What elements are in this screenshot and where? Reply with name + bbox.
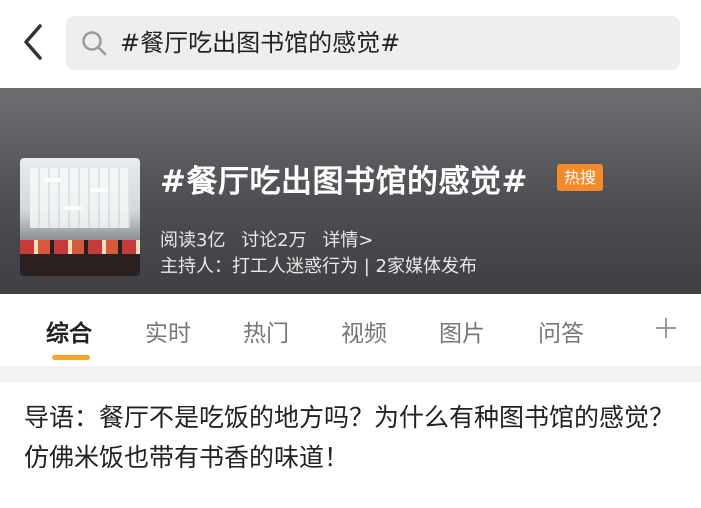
hot-search-badge: 热搜 — [557, 164, 603, 191]
search-icon — [82, 31, 107, 56]
topic-stats: 阅读3亿 讨论2万 详情> — [160, 226, 383, 252]
back-button[interactable] — [18, 22, 48, 62]
tab-hot[interactable]: 热门 — [243, 314, 289, 348]
thumbnail-lamp — [90, 188, 108, 192]
tab-bar: 综合 实时 热门 视频 图片 问答 — [0, 294, 701, 366]
topic-title: #餐厅吃出图书馆的感觉# — [160, 164, 528, 200]
tab-video[interactable]: 视频 — [341, 314, 387, 348]
topic-intro: 导语：餐厅不是吃饭的地方吗？为什么有种图书馆的感觉？仿佛米饭也带有书香的味道！ — [24, 403, 675, 472]
top-bar: #餐厅吃出图书馆的感觉# — [0, 0, 701, 88]
tab-qa[interactable]: 问答 — [538, 314, 584, 348]
chevron-left-icon — [24, 24, 42, 60]
thumbnail-ceiling — [30, 168, 130, 228]
tab-realtime[interactable]: 实时 — [145, 314, 191, 348]
read-count: 阅读3亿 — [160, 230, 226, 251]
active-tab-indicator — [52, 355, 90, 360]
plus-icon[interactable] — [654, 316, 678, 340]
tab-images[interactable]: 图片 — [439, 314, 485, 348]
topic-header: #餐厅吃出图书馆的感觉# 热搜 阅读3亿 讨论2万 详情> 主持人：打工人迷惑行… — [0, 88, 701, 294]
search-query: #餐厅吃出图书馆的感觉# — [120, 29, 401, 57]
thumbnail-floor — [20, 254, 140, 276]
thumbnail-lamp — [44, 178, 62, 182]
section-divider — [0, 366, 701, 382]
thumbnail-signs — [20, 240, 140, 254]
discussion-count: 讨论2万 — [241, 230, 307, 251]
tab-comprehensive[interactable]: 综合 — [46, 314, 92, 348]
search-input[interactable]: #餐厅吃出图书馆的感觉# — [66, 16, 680, 70]
details-link[interactable]: 详情> — [322, 230, 373, 251]
topic-host[interactable]: 主持人：打工人迷惑行为 | 2家媒体发布 — [160, 252, 477, 278]
topic-thumbnail[interactable] — [20, 158, 140, 276]
thumbnail-lamp — [64, 206, 82, 210]
